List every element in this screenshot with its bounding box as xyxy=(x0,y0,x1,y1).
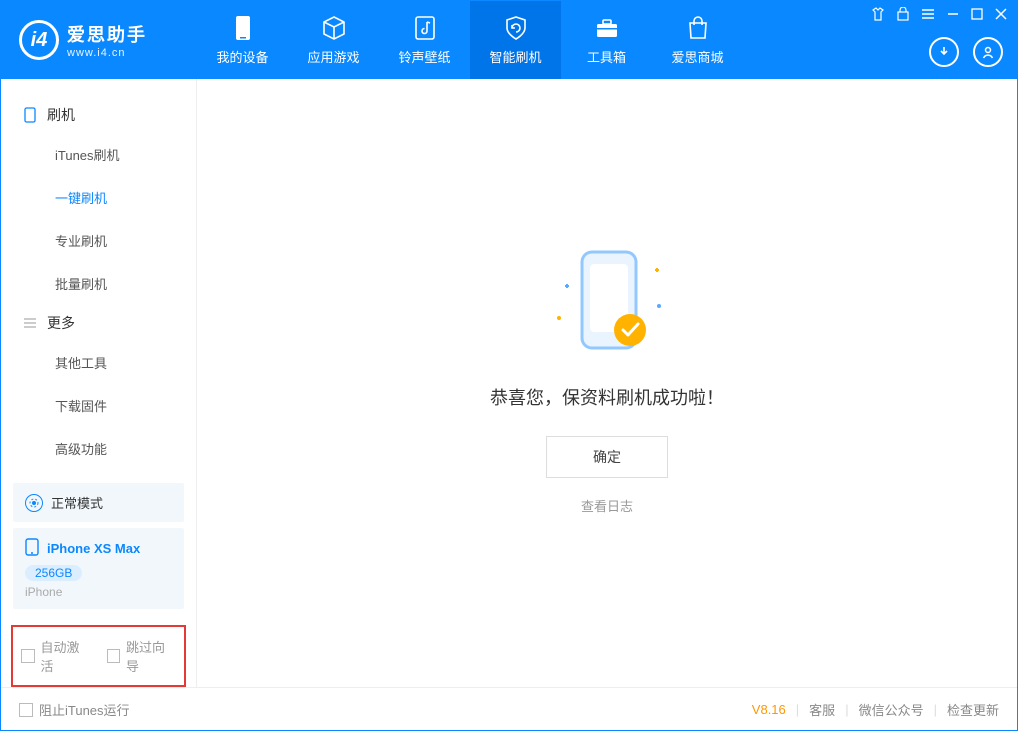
sidebar-item-batch-flash[interactable]: 批量刷机 xyxy=(1,262,196,305)
nav-smart-flash[interactable]: 智能刷机 xyxy=(470,1,561,79)
block-itunes-label: 阻止iTunes运行 xyxy=(39,700,130,719)
minimize-button[interactable] xyxy=(947,8,959,20)
logo-text: 爱思助手 www.i4.cn xyxy=(67,21,147,59)
options-highlight-box: 自动激活 跳过向导 xyxy=(11,625,186,687)
sidebar-item-download-fw[interactable]: 下载固件 xyxy=(1,384,196,427)
view-log-link[interactable]: 查看日志 xyxy=(581,496,633,515)
sidebar-group-flash: 刷机 xyxy=(1,97,196,133)
device-info-card[interactable]: iPhone XS Max 256GB iPhone xyxy=(13,528,184,609)
body: 刷机 iTunes刷机 一键刷机 专业刷机 批量刷机 更多 其他工具 下载固件 … xyxy=(1,79,1017,687)
logo-icon: i4 xyxy=(19,20,59,60)
sidebar: 刷机 iTunes刷机 一键刷机 专业刷机 批量刷机 更多 其他工具 下载固件 … xyxy=(1,79,197,687)
phone-icon xyxy=(230,15,256,41)
sidebar-item-advanced[interactable]: 高级功能 xyxy=(1,427,196,470)
footer: 阻止iTunes运行 V8.16 | 客服 | 微信公众号 | 检查更新 xyxy=(1,687,1017,731)
header: i4 爱思助手 www.i4.cn 我的设备 应用游戏 铃声壁纸 智能刷机 工具… xyxy=(1,1,1017,79)
mode-icon xyxy=(25,494,43,512)
device-mode: 正常模式 xyxy=(51,493,103,512)
refresh-shield-icon xyxy=(503,15,529,41)
nav-my-device[interactable]: 我的设备 xyxy=(197,1,288,79)
download-icon[interactable] xyxy=(929,37,959,67)
close-button[interactable] xyxy=(995,8,1007,20)
skip-guide-label: 跳过向导 xyxy=(126,637,176,675)
app-url: www.i4.cn xyxy=(67,47,147,59)
nav-store[interactable]: 爱思商城 xyxy=(652,1,743,79)
device-mode-card[interactable]: 正常模式 xyxy=(13,483,184,522)
app-name: 爱思助手 xyxy=(67,21,147,47)
main-content: 恭喜您，保资料刷机成功啦！ 确定 查看日志 xyxy=(197,79,1017,687)
logo[interactable]: i4 爱思助手 www.i4.cn xyxy=(1,20,197,60)
nav-label: 智能刷机 xyxy=(489,47,541,66)
sidebar-group-more: 更多 xyxy=(1,305,196,341)
top-nav: 我的设备 应用游戏 铃声壁纸 智能刷机 工具箱 爱思商城 xyxy=(197,1,743,79)
nav-label: 铃声壁纸 xyxy=(398,47,450,66)
device-type: iPhone xyxy=(25,585,172,599)
sidebar-item-pro-flash[interactable]: 专业刷机 xyxy=(1,219,196,262)
check-update-link[interactable]: 检查更新 xyxy=(947,700,999,719)
block-itunes-checkbox[interactable]: 阻止iTunes运行 xyxy=(19,700,130,719)
auto-activate-label: 自动激活 xyxy=(41,637,91,675)
user-icon[interactable] xyxy=(973,37,1003,67)
menu-icon[interactable] xyxy=(921,8,935,20)
window-controls xyxy=(871,7,1007,21)
device-capacity: 256GB xyxy=(25,565,82,581)
sidebar-item-onekey-flash[interactable]: 一键刷机 xyxy=(1,176,196,219)
bag-icon xyxy=(685,15,711,41)
ok-button[interactable]: 确定 xyxy=(546,436,668,478)
group-label: 更多 xyxy=(47,313,75,333)
nav-apps-games[interactable]: 应用游戏 xyxy=(288,1,379,79)
cube-icon xyxy=(321,15,347,41)
nav-label: 工具箱 xyxy=(587,47,626,66)
sidebar-item-itunes-flash[interactable]: iTunes刷机 xyxy=(1,133,196,176)
wechat-link[interactable]: 微信公众号 xyxy=(859,700,924,719)
device-phone-icon xyxy=(25,538,39,559)
device-name: iPhone XS Max xyxy=(47,541,140,556)
header-actions xyxy=(929,37,1003,67)
auto-activate-checkbox[interactable]: 自动激活 xyxy=(21,637,91,675)
shirt-icon[interactable] xyxy=(871,7,885,21)
phone-small-icon xyxy=(23,108,37,122)
lock-icon[interactable] xyxy=(897,7,909,21)
support-link[interactable]: 客服 xyxy=(809,700,835,719)
sidebar-item-other-tools[interactable]: 其他工具 xyxy=(1,341,196,384)
group-label: 刷机 xyxy=(47,105,75,125)
nav-toolbox[interactable]: 工具箱 xyxy=(561,1,652,79)
nav-label: 我的设备 xyxy=(216,47,268,66)
version-label: V8.16 xyxy=(752,702,786,717)
success-message: 恭喜您，保资料刷机成功啦！ xyxy=(490,384,724,410)
nav-label: 应用游戏 xyxy=(307,47,359,66)
music-note-icon xyxy=(412,15,438,41)
maximize-button[interactable] xyxy=(971,8,983,20)
skip-guide-checkbox[interactable]: 跳过向导 xyxy=(107,637,177,675)
toolbox-icon xyxy=(594,15,620,41)
success-illustration xyxy=(547,252,667,362)
nav-ringtone-wallpaper[interactable]: 铃声壁纸 xyxy=(379,1,470,79)
nav-label: 爱思商城 xyxy=(671,47,723,66)
list-icon xyxy=(23,316,37,330)
